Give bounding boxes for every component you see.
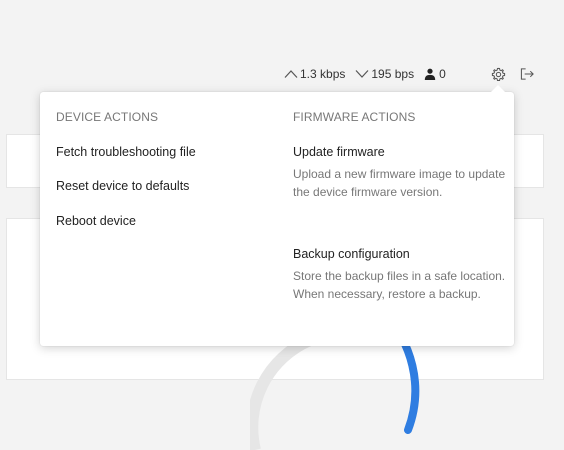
update-firmware-item[interactable]: Update firmware Upload a new firmware im… — [293, 144, 508, 201]
download-rate: 195 bps — [371, 67, 415, 81]
menu-pointer — [491, 85, 505, 92]
network-stats: 1.3 kbps 195 bps 0 — [284, 64, 446, 84]
firmware-actions-heading: FIRMWARE ACTIONS — [293, 110, 416, 124]
fetch-troubleshooting-file-item[interactable]: Fetch troubleshooting file — [56, 144, 196, 160]
device-actions-heading: DEVICE ACTIONS — [56, 110, 159, 124]
backup-configuration-item[interactable]: Backup configuration Store the backup fi… — [293, 246, 508, 303]
settings-menu: DEVICE ACTIONS Fetch troubleshooting fil… — [40, 85, 514, 346]
users-stat: 0 — [424, 67, 446, 81]
logout-button[interactable] — [517, 64, 537, 84]
download-stat: 195 bps — [355, 67, 414, 81]
reboot-device-item[interactable]: Reboot device — [56, 213, 136, 229]
update-firmware-description: Upload a new firmware image to update th… — [293, 167, 506, 199]
caret-down-icon — [355, 70, 369, 78]
reset-device-item[interactable]: Reset device to defaults — [56, 178, 189, 194]
logout-icon — [520, 68, 534, 80]
gear-icon — [491, 67, 505, 81]
settings-button[interactable] — [488, 64, 508, 84]
user-icon — [424, 68, 436, 80]
upload-stat: 1.3 kbps — [284, 67, 345, 81]
backup-configuration-title: Backup configuration — [293, 247, 410, 261]
user-count: 0 — [439, 67, 446, 81]
top-bar: 1.3 kbps 195 bps 0 — [0, 0, 564, 100]
backup-configuration-description: Store the backup files in a safe locatio… — [293, 269, 506, 301]
upload-rate: 1.3 kbps — [300, 67, 346, 81]
caret-up-icon — [284, 70, 298, 78]
update-firmware-title: Update firmware — [293, 145, 385, 159]
